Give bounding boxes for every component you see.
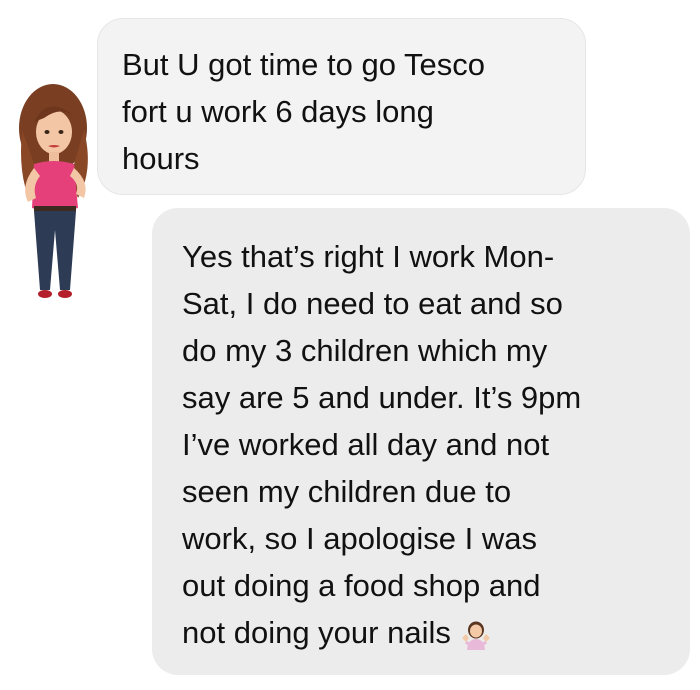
- received-message-line: But U got time to go Tesco: [122, 47, 486, 82]
- received-message-bubble[interactable]: But U got time to go Tesco fort u work 6…: [97, 18, 586, 195]
- sent-message-line: out doing a food shop and: [182, 568, 541, 603]
- person-shrugging-emoji-icon: [459, 618, 493, 652]
- received-message-line: hours: [122, 141, 200, 176]
- chat-screen: But U got time to go Tesco fort u work 6…: [0, 0, 700, 690]
- sent-message-line: not doing your nails: [182, 615, 451, 650]
- received-message-line: fort u work 6 days long: [122, 94, 434, 129]
- bitmoji-avatar-icon: [19, 84, 88, 298]
- sent-message-bubble[interactable]: Yes that’s right I work Mon- Sat, I do n…: [152, 208, 690, 675]
- sent-message-line: Sat, I do need to eat and so: [182, 286, 563, 321]
- avatar[interactable]: [8, 80, 103, 310]
- sent-message-line: work, so I apologise I was: [182, 521, 537, 556]
- sent-message-line: I’ve worked all day and not: [182, 427, 550, 462]
- sent-message-line: do my 3 children which my: [182, 333, 548, 368]
- sent-message-line: seen my children due to: [182, 474, 512, 509]
- sent-message-last-line: not doing your nails: [182, 609, 670, 656]
- sent-message-line: say are 5 and under. It’s 9pm: [182, 380, 582, 415]
- sent-message-line: Yes that’s right I work Mon-: [182, 239, 555, 274]
